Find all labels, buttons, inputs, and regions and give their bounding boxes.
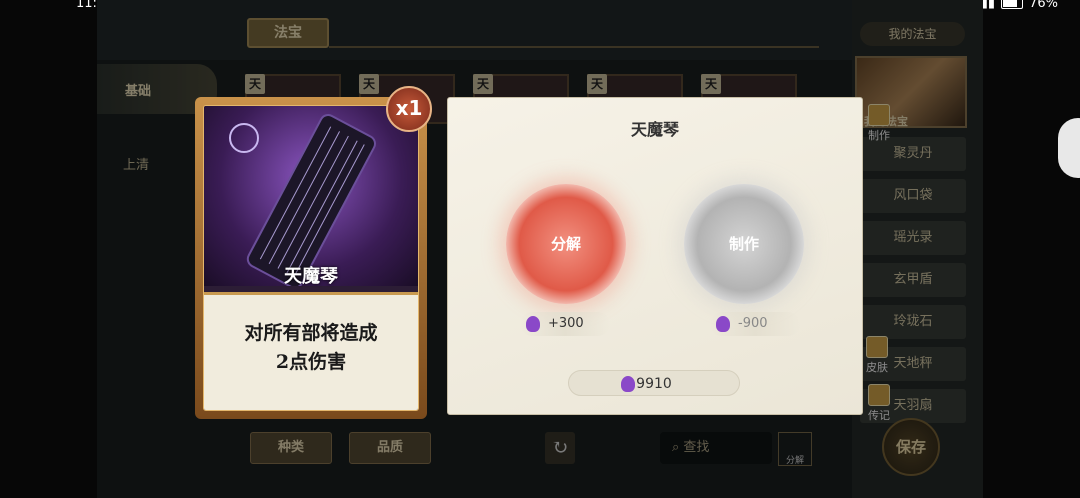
card-description: 对所有部将造成 2点伤害 (204, 292, 418, 410)
status-right: ▮▮▮ 76% (974, 0, 1058, 11)
craft-cost: -900 (710, 312, 800, 336)
gem-icon (621, 376, 635, 392)
card-detail: 天魔琴 对所有部将造成 2点伤害 (195, 97, 427, 419)
battery-level: 76% (1029, 0, 1058, 11)
card-name: 天魔琴 (284, 266, 338, 287)
gem-icon (716, 316, 730, 332)
decompose-button[interactable]: 分解 (506, 184, 626, 304)
gem-icon (526, 316, 540, 332)
gem-balance: 9910 (568, 370, 740, 396)
battery-icon (1001, 0, 1024, 9)
dialog-title: 天魔琴 (630, 120, 679, 139)
card-count-badge: x1 (386, 86, 432, 132)
floating-avatar[interactable] (1058, 118, 1080, 178)
craft-button[interactable]: 制作 (684, 184, 804, 304)
screen: 11:01 ▮▮▮ 76% 法宝 基础 上清 天 天 天 天 天 我的法宝 我的… (0, 0, 1080, 498)
decompose-gain: +300 (520, 312, 610, 336)
forge-dialog: 天魔琴 分解 制作 +300 -900 9910 (447, 97, 863, 415)
guqin-illustration (204, 106, 418, 289)
